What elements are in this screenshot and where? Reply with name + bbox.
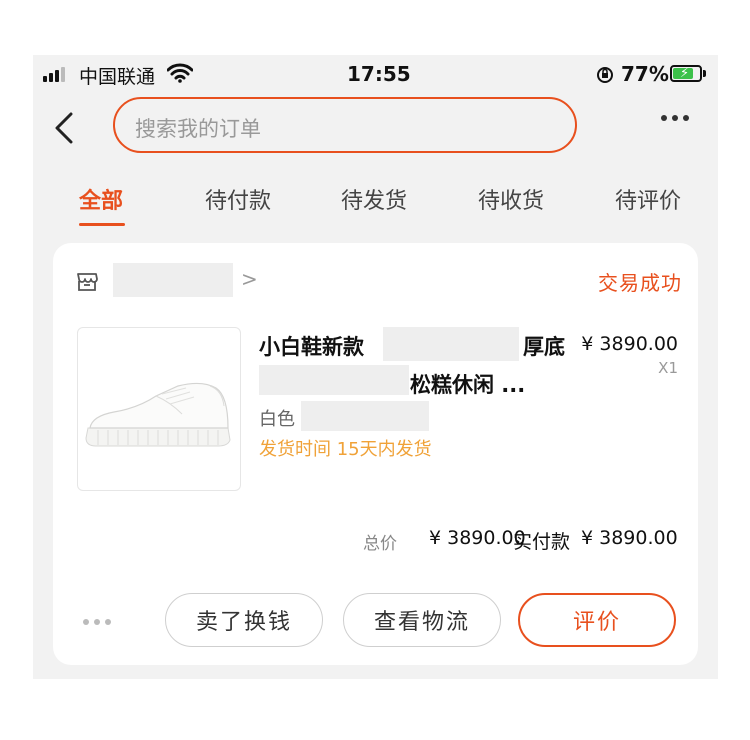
battery-percent: 77% — [621, 62, 669, 86]
product-title-line2[interactable]: 松糕休闲 ... — [410, 369, 525, 399]
order-card[interactable]: > 交易成功 小白鞋新款 厚底 松糕休闲 ... ¥ 3890.00 X1 白色… — [53, 243, 698, 665]
review-button[interactable]: 评价 — [518, 593, 676, 647]
tab-pending-review[interactable]: 待评价 — [615, 183, 681, 215]
tab-all[interactable]: 全部 — [79, 183, 123, 215]
wifi-icon — [166, 63, 194, 87]
card-more-icon[interactable] — [83, 619, 111, 625]
total-label: 总价 — [363, 534, 397, 554]
search-placeholder: 搜索我的订单 — [135, 117, 261, 141]
back-chevron-icon[interactable] — [51, 110, 91, 150]
view-logistics-button[interactable]: 查看物流 — [343, 593, 501, 647]
product-quantity: X1 — [658, 359, 678, 377]
signal-icon — [43, 67, 65, 82]
shop-name-redacted[interactable] — [113, 263, 233, 297]
product-spec-redacted — [301, 401, 429, 431]
tab-pending-shipment[interactable]: 待发货 — [341, 183, 407, 215]
order-tabs: 全部 待付款 待发货 待收货 待评价 — [33, 175, 718, 227]
active-tab-indicator — [79, 223, 125, 226]
shipping-info: 发货时间 15天内发货 — [259, 439, 432, 460]
store-icon — [75, 269, 99, 297]
shop-chevron-icon[interactable]: > — [241, 267, 258, 291]
product-title-redacted-line2 — [259, 365, 409, 395]
carrier-name: 中国联通 — [79, 66, 156, 88]
tab-pending-receipt[interactable]: 待收货 — [478, 183, 544, 215]
phone-screen: 中国联通 17:55 77% ⚡ 搜索我的订单 全部 待付款 待发货 待收货 待… — [33, 55, 718, 679]
sell-button[interactable]: 卖了换钱 — [165, 593, 323, 647]
order-status: 交易成功 — [598, 271, 682, 295]
total-value: ¥ 3890.00 — [429, 527, 526, 549]
product-title-part1[interactable]: 小白鞋新款 — [259, 331, 364, 361]
rotation-lock-icon — [595, 65, 615, 89]
product-spec: 白色 — [259, 409, 295, 430]
tab-pending-payment[interactable]: 待付款 — [205, 183, 271, 215]
product-title-redacted — [383, 327, 519, 361]
battery-icon: ⚡ — [670, 65, 702, 82]
battery-tip — [703, 70, 706, 77]
product-image[interactable] — [77, 327, 241, 491]
search-input[interactable]: 搜索我的订单 — [113, 97, 577, 153]
paid-value: ¥ 3890.00 — [581, 527, 678, 549]
status-time: 17:55 — [347, 62, 411, 86]
status-bar: 中国联通 17:55 77% ⚡ — [33, 55, 718, 95]
paid-label: 实付款 — [513, 531, 571, 553]
product-title-part2[interactable]: 厚底 — [523, 331, 565, 361]
more-icon[interactable] — [661, 115, 689, 121]
product-price: ¥ 3890.00 — [581, 333, 678, 355]
